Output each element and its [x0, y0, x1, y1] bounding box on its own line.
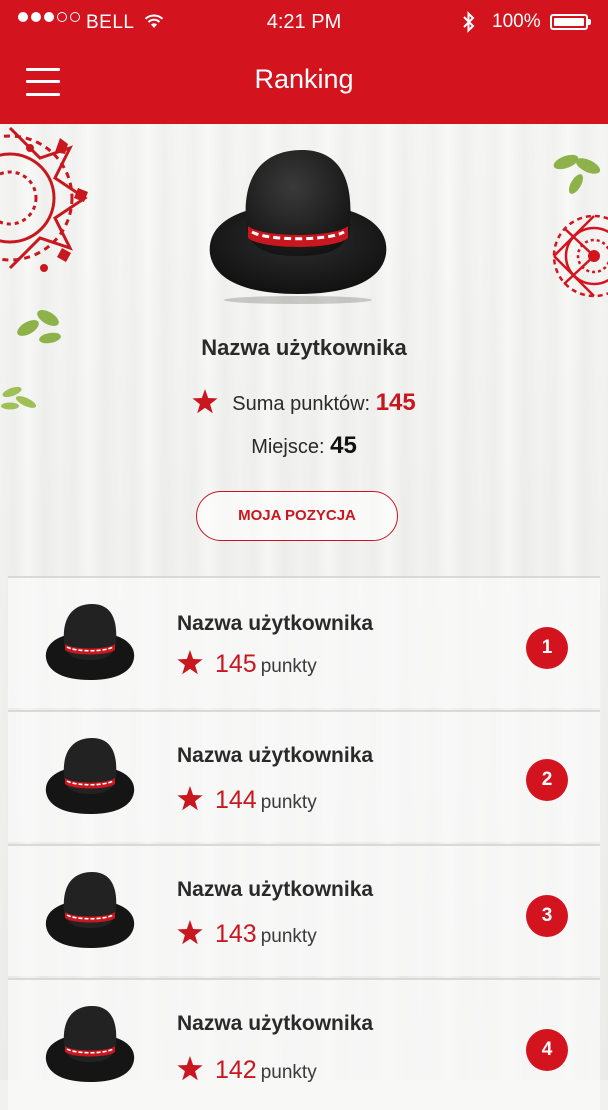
points-label: Suma punktów:	[232, 393, 371, 415]
star-icon	[177, 650, 203, 675]
ranking-points-unit: punkty	[260, 926, 317, 947]
my-position-button[interactable]: MOJA POZYCJA	[196, 491, 398, 541]
folk-rosette-right-decoration	[552, 214, 608, 298]
rank-badge: 2	[526, 759, 568, 801]
top-bar: BELL 4:21 PM 100% Ranking	[0, 0, 608, 124]
star-icon	[177, 786, 203, 811]
page-title: Ranking	[254, 64, 354, 94]
ranking-row-3[interactable]: Nazwa użytkownika 143 punkty 3	[8, 844, 600, 976]
ranking-username: Nazwa użytkownika	[177, 878, 374, 901]
highlander-hat-icon	[45, 1006, 135, 1082]
ranking-points-value: 143	[215, 920, 257, 948]
rank-badge: 1	[526, 627, 568, 669]
ranking-points-value: 145	[215, 650, 257, 678]
battery-percent: 100%	[492, 11, 541, 32]
status-bar: BELL 4:21 PM 100%	[0, 0, 608, 46]
ranking-points: 142 punkty	[177, 1056, 317, 1085]
rank-badge: 3	[526, 895, 568, 937]
highlander-hat-icon	[45, 604, 135, 680]
star-icon	[177, 920, 203, 945]
ranking-points-unit: punkty	[260, 792, 317, 813]
place-value: 45	[330, 432, 357, 459]
ranking-points: 143 punkty	[177, 920, 317, 949]
points-value: 145	[375, 389, 416, 416]
star-icon	[192, 389, 218, 414]
ranking-row-2[interactable]: Nazwa użytkownika 144 punkty 2	[8, 710, 600, 842]
highlander-hat-icon	[45, 738, 135, 814]
place-label: Miejsce:	[251, 436, 325, 458]
ranking-points-value: 144	[215, 786, 257, 814]
star-icon	[177, 1056, 203, 1081]
bluetooth-icon	[463, 11, 475, 33]
ranking-username: Nazwa użytkownika	[177, 1012, 374, 1035]
folk-pattern-left-decoration	[0, 126, 88, 272]
ranking-points: 144 punkty	[177, 786, 317, 815]
battery-icon	[550, 14, 591, 30]
ranking-points: 145 punkty	[177, 650, 317, 679]
ranking-row-1[interactable]: Nazwa użytkownika 145 punkty 1	[8, 576, 600, 708]
points-summary: Suma punktów: 145	[0, 389, 608, 417]
ranking-username: Nazwa użytkownika	[177, 612, 374, 635]
highlander-hat-icon	[45, 872, 135, 948]
profile-username: Nazwa użytkownika	[201, 335, 407, 360]
highlander-hat-icon	[209, 150, 387, 304]
ranking-points-unit: punkty	[260, 656, 317, 677]
ranking-row-4[interactable]: Nazwa użytkownika 142 punkty 4	[8, 978, 600, 1110]
rank-badge: 4	[526, 1029, 568, 1071]
ranking-username: Nazwa użytkownika	[177, 744, 374, 767]
leaves-right-decoration	[553, 154, 601, 194]
place-summary: Miejsce: 45	[0, 432, 608, 460]
